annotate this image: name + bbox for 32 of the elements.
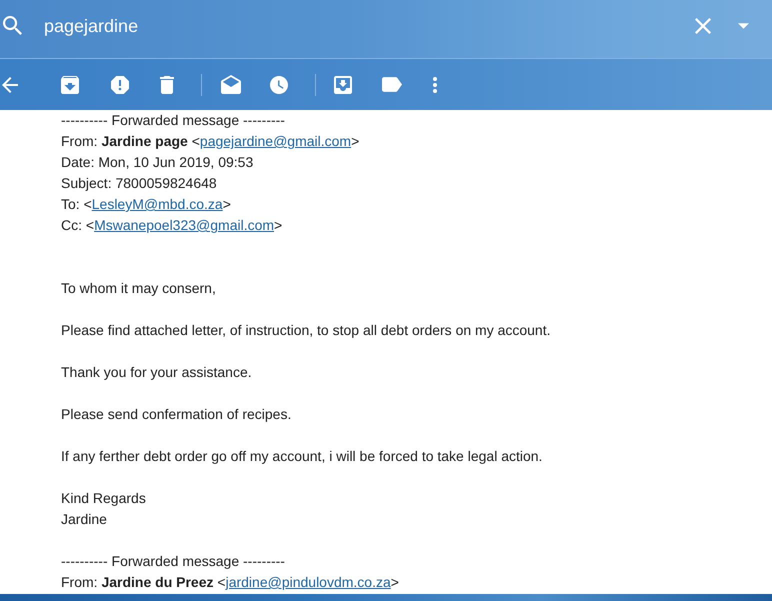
body-paragraph: Please find attached letter, of instruction, to stop all debt orders on my account.	[61, 321, 551, 340]
exclamation-icon[interactable]	[111, 76, 129, 94]
forwarded-separator: ---------- Forwarded message ---------	[61, 552, 285, 571]
address-line: From: Jardine du Preez <jardine@pindulovdm.co.za>	[61, 573, 399, 592]
envelope-icon[interactable]	[221, 75, 241, 94]
email-link[interactable]: Mswanepoel323@gmail.com	[94, 217, 274, 233]
forwarded-separator: ---------- Forwarded message ---------	[61, 111, 285, 130]
signoff-line: Kind Regards	[61, 489, 146, 508]
tray-arrow-icon[interactable]	[61, 76, 79, 94]
header-field: Subject: 7800059824648	[61, 173, 217, 194]
signoff-line: Jardine	[61, 510, 107, 529]
clock-icon[interactable]	[270, 76, 288, 94]
search-icon[interactable]	[3, 16, 22, 35]
close-icon[interactable]	[695, 18, 711, 34]
trash-icon[interactable]	[160, 76, 174, 94]
address-line: To: <LesleyM@mbd.co.za>	[61, 195, 231, 214]
body-paragraph: If any ferther debt order go off my account, i will be forced to take legal action.	[61, 447, 542, 466]
more-menu-icon[interactable]	[433, 76, 437, 92]
body-paragraph: Please send confermation of recipes.	[61, 405, 292, 424]
email-link[interactable]: jardine@pindulovdm.co.za	[226, 574, 391, 590]
back-arrow-icon[interactable]	[2, 76, 18, 92]
address-line: From: Jardine page <pagejardine@gmail.com>	[61, 132, 360, 151]
body-paragraph: To whom it may consern,	[61, 279, 216, 298]
caret-icon[interactable]	[738, 22, 749, 28]
address-line: Cc: <Mswanepoel323@gmail.com>	[61, 216, 282, 235]
body-paragraph: Thank you for your assistance.	[61, 363, 252, 382]
tag-icon[interactable]	[382, 77, 402, 92]
inbox-arrow-icon[interactable]	[334, 76, 352, 94]
search-field[interactable]: pagejardine	[0, 0, 772, 59]
email-link[interactable]: pagejardine@gmail.com	[200, 133, 352, 149]
header-field: Date: Mon, 10 Jun 2019, 09:53	[61, 152, 254, 173]
email-link[interactable]: LesleyM@mbd.co.za	[92, 196, 223, 212]
